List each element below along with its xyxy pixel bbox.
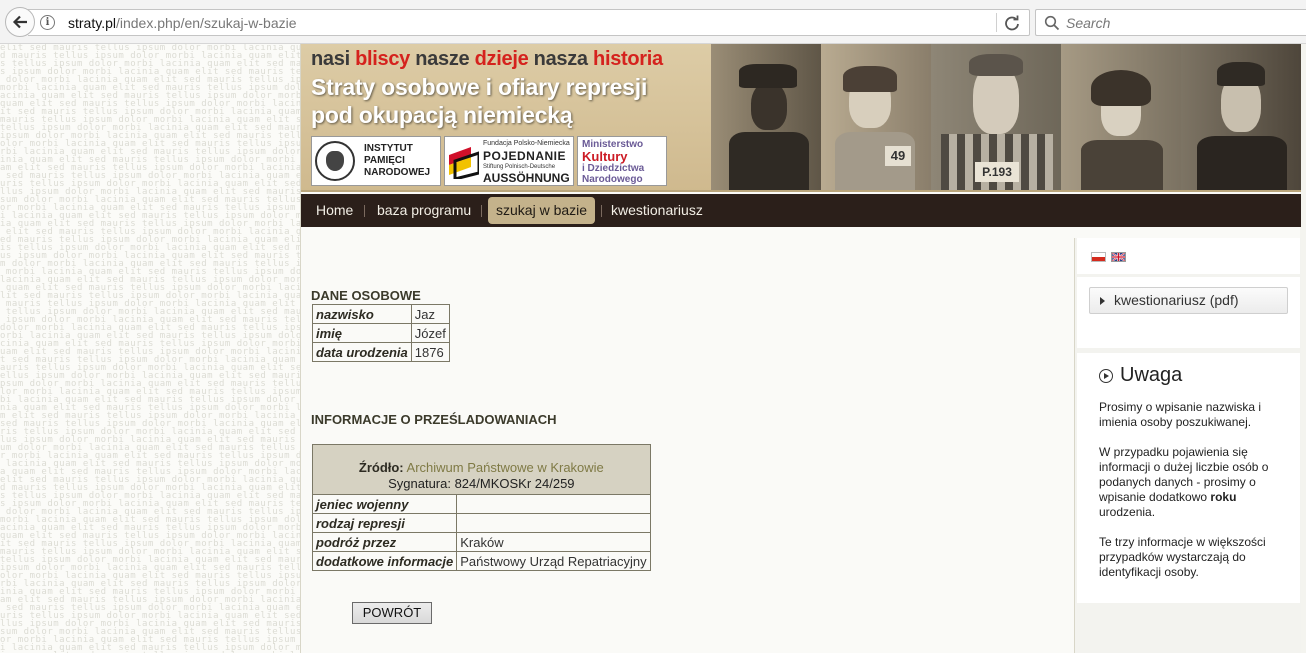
signature-text: Sygnatura: 824/MKOSKr 24/259 (388, 476, 575, 491)
nav-kwestionariusz[interactable]: kwestionariusz (603, 197, 711, 224)
site-container: nasi bliscy nasze dzieje nasza historia … (300, 44, 1301, 653)
triangle-right-icon (1100, 297, 1105, 305)
address-bar[interactable]: i straty.pl/index.php/en/szukaj-w-bazie (28, 9, 1030, 36)
pojednanie-flag-icon (449, 147, 479, 179)
persecution-table: Źródło: Archiwum Państwowe w Krakowie Sy… (311, 444, 651, 571)
back-button[interactable] (5, 7, 35, 37)
ministry-culture-logo[interactable]: Ministerstwo Kultury i Dziedzictwa Narod… (577, 136, 667, 186)
portrait-photo (1181, 44, 1301, 190)
banner-title-line2: pod okupacją niemiecką (311, 102, 573, 128)
nav-separator (364, 205, 365, 217)
pdf-box: kwestionariusz (pdf) (1077, 277, 1300, 348)
nav-separator (481, 205, 482, 217)
pojednanie-logo[interactable]: Fundacja Polsko-Niemiecka POJEDNANIE Sti… (444, 136, 574, 186)
url-separator (996, 13, 997, 32)
browser-toolbar: i straty.pl/index.php/en/szukaj-w-bazie … (0, 0, 1306, 44)
search-input[interactable]: Search (1066, 15, 1110, 31)
search-icon (1044, 15, 1060, 31)
reload-icon[interactable] (1003, 14, 1021, 32)
arrow-circle-icon (1099, 369, 1113, 383)
ipn-logo[interactable]: INSTYTUT PAMIĘCI NARODOWEJ (311, 136, 441, 186)
table-row: jeniec wojenny (311, 494, 651, 514)
url-text[interactable]: straty.pl/index.php/en/szukaj-w-bazie (68, 15, 297, 31)
notice-paragraph-2: W przypadku pojawienia się informacji o … (1099, 445, 1269, 519)
table-row: data urodzenia 1876 (312, 342, 450, 362)
portrait-photo: 49 (821, 44, 931, 190)
table-row: podróż przez Kraków (311, 532, 651, 552)
polish-flag-icon[interactable] (1091, 252, 1106, 262)
back-to-search-button[interactable]: POWRÓT (352, 602, 432, 624)
table-row: nazwisko Jaz (312, 304, 450, 324)
notice-title: Uwaga (1120, 364, 1183, 386)
info-icon[interactable]: i (40, 15, 55, 30)
nav-home[interactable]: Home (308, 197, 361, 224)
banner-title-line1: Straty osobowe i ofiary represji (311, 74, 648, 100)
source-row: Źródło: Archiwum Państwowe w Krakowie Sy… (312, 444, 651, 495)
english-flag-icon[interactable] (1111, 252, 1126, 262)
main-content: DANE OSOBOWE nazwisko Jaz imię Józef dat… (311, 227, 1071, 653)
main-nav: Home baza programu szukaj w bazie kwesti… (301, 194, 1301, 227)
nav-szukaj-w-bazie[interactable]: szukaj w bazie (488, 197, 596, 224)
personal-data-heading: DANE OSOBOWE (311, 288, 421, 303)
notice-paragraph-1: Prosimy o wpisanie nazwiska i imienia os… (1099, 400, 1262, 429)
nav-separator (601, 205, 602, 217)
portrait-photo (1061, 44, 1181, 190)
portrait-photo (711, 44, 821, 190)
nav-baza-programu[interactable]: baza programu (369, 197, 479, 224)
table-row: rodzaj represji (311, 513, 651, 533)
questionnaire-pdf-button[interactable]: kwestionariusz (pdf) (1089, 287, 1288, 314)
persecution-heading: INFORMACJE O PRZEŚLADOWANIACH (311, 412, 557, 427)
background-pattern: elit sed mauris tellus ipsum dolor morbi… (0, 44, 300, 653)
table-row: imię Józef (312, 323, 450, 343)
banner-photos: 49 P.193 (711, 44, 1301, 190)
language-switcher (1077, 238, 1300, 274)
notice-box: Uwaga Prosimy o wpisanie nazwiska i imie… (1077, 353, 1300, 603)
back-arrow-icon (12, 15, 27, 29)
banner-tagline: nasi bliscy nasze dzieje nasza historia (311, 48, 663, 70)
header-banner: nasi bliscy nasze dzieje nasza historia … (301, 44, 1301, 192)
source-link[interactable]: Archiwum Państwowe w Krakowie (407, 460, 604, 475)
table-row: dodatkowe informacje Państwowy Urząd Rep… (311, 551, 651, 571)
notice-paragraph-3: Te trzy informacje w większości przypadk… (1099, 535, 1266, 579)
eagle-emblem-icon (315, 141, 355, 181)
personal-data-table: nazwisko Jaz imię Józef data urodzenia 1… (312, 304, 450, 362)
search-bar[interactable]: Search (1035, 9, 1306, 36)
portrait-photo: P.193 (931, 44, 1061, 190)
page-viewport: elit sed mauris tellus ipsum dolor morbi… (0, 44, 1306, 653)
right-sidebar: kwestionariusz (pdf) Uwaga Prosimy o wpi… (1074, 238, 1301, 653)
